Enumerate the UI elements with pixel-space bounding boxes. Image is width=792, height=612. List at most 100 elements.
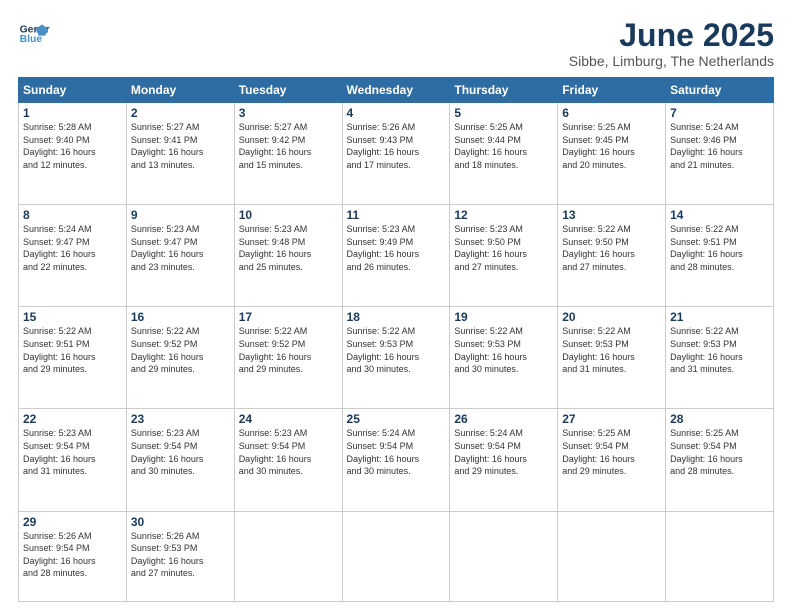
calendar-row: 1 Sunrise: 5:28 AMSunset: 9:40 PMDayligh… (19, 103, 774, 205)
day-number: 5 (454, 106, 553, 120)
col-tuesday: Tuesday (234, 78, 342, 103)
calendar-cell: 15 Sunrise: 5:22 AMSunset: 9:51 PMDaylig… (19, 307, 127, 409)
title-block: June 2025 Sibbe, Limburg, The Netherland… (569, 18, 774, 69)
calendar-cell: 27 Sunrise: 5:25 AMSunset: 9:54 PMDaylig… (558, 409, 666, 511)
day-number: 7 (670, 106, 769, 120)
col-thursday: Thursday (450, 78, 558, 103)
day-number: 4 (347, 106, 446, 120)
calendar-cell: 3 Sunrise: 5:27 AMSunset: 9:42 PMDayligh… (234, 103, 342, 205)
col-sunday: Sunday (19, 78, 127, 103)
day-info: Sunrise: 5:23 AMSunset: 9:54 PMDaylight:… (239, 428, 312, 476)
calendar-cell: 29 Sunrise: 5:26 AMSunset: 9:54 PMDaylig… (19, 511, 127, 602)
day-number: 27 (562, 412, 661, 426)
day-number: 10 (239, 208, 338, 222)
day-info: Sunrise: 5:23 AMSunset: 9:54 PMDaylight:… (23, 428, 96, 476)
calendar-cell: 30 Sunrise: 5:26 AMSunset: 9:53 PMDaylig… (126, 511, 234, 602)
day-number: 3 (239, 106, 338, 120)
day-number: 21 (670, 310, 769, 324)
calendar-row: 15 Sunrise: 5:22 AMSunset: 9:51 PMDaylig… (19, 307, 774, 409)
location: Sibbe, Limburg, The Netherlands (569, 53, 774, 69)
day-number: 22 (23, 412, 122, 426)
calendar-cell: 14 Sunrise: 5:22 AMSunset: 9:51 PMDaylig… (666, 205, 774, 307)
col-saturday: Saturday (666, 78, 774, 103)
day-number: 11 (347, 208, 446, 222)
day-info: Sunrise: 5:22 AMSunset: 9:51 PMDaylight:… (23, 326, 96, 374)
day-info: Sunrise: 5:26 AMSunset: 9:43 PMDaylight:… (347, 122, 420, 170)
day-info: Sunrise: 5:24 AMSunset: 9:47 PMDaylight:… (23, 224, 96, 272)
calendar-row: 22 Sunrise: 5:23 AMSunset: 9:54 PMDaylig… (19, 409, 774, 511)
day-info: Sunrise: 5:22 AMSunset: 9:50 PMDaylight:… (562, 224, 635, 272)
day-info: Sunrise: 5:24 AMSunset: 9:54 PMDaylight:… (454, 428, 527, 476)
calendar-cell: 16 Sunrise: 5:22 AMSunset: 9:52 PMDaylig… (126, 307, 234, 409)
day-info: Sunrise: 5:22 AMSunset: 9:53 PMDaylight:… (562, 326, 635, 374)
calendar-cell (342, 511, 450, 602)
calendar-cell: 9 Sunrise: 5:23 AMSunset: 9:47 PMDayligh… (126, 205, 234, 307)
day-number: 8 (23, 208, 122, 222)
calendar-page: General Blue June 2025 Sibbe, Limburg, T… (0, 0, 792, 612)
day-number: 30 (131, 515, 230, 529)
day-number: 18 (347, 310, 446, 324)
day-info: Sunrise: 5:27 AMSunset: 9:41 PMDaylight:… (131, 122, 204, 170)
day-info: Sunrise: 5:23 AMSunset: 9:49 PMDaylight:… (347, 224, 420, 272)
day-info: Sunrise: 5:25 AMSunset: 9:54 PMDaylight:… (562, 428, 635, 476)
day-info: Sunrise: 5:25 AMSunset: 9:45 PMDaylight:… (562, 122, 635, 170)
day-number: 25 (347, 412, 446, 426)
calendar-cell: 11 Sunrise: 5:23 AMSunset: 9:49 PMDaylig… (342, 205, 450, 307)
calendar-cell: 26 Sunrise: 5:24 AMSunset: 9:54 PMDaylig… (450, 409, 558, 511)
day-number: 23 (131, 412, 230, 426)
month-year: June 2025 (569, 18, 774, 53)
calendar-cell: 23 Sunrise: 5:23 AMSunset: 9:54 PMDaylig… (126, 409, 234, 511)
day-number: 15 (23, 310, 122, 324)
day-info: Sunrise: 5:22 AMSunset: 9:52 PMDaylight:… (239, 326, 312, 374)
calendar-cell (234, 511, 342, 602)
day-number: 29 (23, 515, 122, 529)
svg-text:Blue: Blue (20, 34, 43, 45)
day-info: Sunrise: 5:22 AMSunset: 9:53 PMDaylight:… (670, 326, 743, 374)
header-row: Sunday Monday Tuesday Wednesday Thursday… (19, 78, 774, 103)
col-monday: Monday (126, 78, 234, 103)
calendar-cell (558, 511, 666, 602)
day-number: 2 (131, 106, 230, 120)
day-number: 9 (131, 208, 230, 222)
day-info: Sunrise: 5:24 AMSunset: 9:54 PMDaylight:… (347, 428, 420, 476)
calendar-row: 29 Sunrise: 5:26 AMSunset: 9:54 PMDaylig… (19, 511, 774, 602)
day-info: Sunrise: 5:25 AMSunset: 9:54 PMDaylight:… (670, 428, 743, 476)
day-info: Sunrise: 5:22 AMSunset: 9:51 PMDaylight:… (670, 224, 743, 272)
logo-icon: General Blue (18, 18, 50, 50)
calendar-cell: 8 Sunrise: 5:24 AMSunset: 9:47 PMDayligh… (19, 205, 127, 307)
day-number: 13 (562, 208, 661, 222)
day-number: 24 (239, 412, 338, 426)
day-number: 16 (131, 310, 230, 324)
calendar-cell: 25 Sunrise: 5:24 AMSunset: 9:54 PMDaylig… (342, 409, 450, 511)
day-number: 12 (454, 208, 553, 222)
calendar-cell: 21 Sunrise: 5:22 AMSunset: 9:53 PMDaylig… (666, 307, 774, 409)
day-info: Sunrise: 5:23 AMSunset: 9:48 PMDaylight:… (239, 224, 312, 272)
calendar-cell (450, 511, 558, 602)
col-friday: Friday (558, 78, 666, 103)
day-info: Sunrise: 5:27 AMSunset: 9:42 PMDaylight:… (239, 122, 312, 170)
calendar-cell: 18 Sunrise: 5:22 AMSunset: 9:53 PMDaylig… (342, 307, 450, 409)
day-number: 14 (670, 208, 769, 222)
day-info: Sunrise: 5:26 AMSunset: 9:53 PMDaylight:… (131, 531, 204, 579)
calendar-cell: 28 Sunrise: 5:25 AMSunset: 9:54 PMDaylig… (666, 409, 774, 511)
calendar-cell: 24 Sunrise: 5:23 AMSunset: 9:54 PMDaylig… (234, 409, 342, 511)
calendar-cell: 5 Sunrise: 5:25 AMSunset: 9:44 PMDayligh… (450, 103, 558, 205)
calendar-cell: 22 Sunrise: 5:23 AMSunset: 9:54 PMDaylig… (19, 409, 127, 511)
header: General Blue June 2025 Sibbe, Limburg, T… (18, 18, 774, 69)
calendar-cell: 19 Sunrise: 5:22 AMSunset: 9:53 PMDaylig… (450, 307, 558, 409)
calendar-cell: 4 Sunrise: 5:26 AMSunset: 9:43 PMDayligh… (342, 103, 450, 205)
day-number: 28 (670, 412, 769, 426)
day-number: 20 (562, 310, 661, 324)
calendar-cell: 6 Sunrise: 5:25 AMSunset: 9:45 PMDayligh… (558, 103, 666, 205)
day-info: Sunrise: 5:25 AMSunset: 9:44 PMDaylight:… (454, 122, 527, 170)
col-wednesday: Wednesday (342, 78, 450, 103)
calendar-cell: 20 Sunrise: 5:22 AMSunset: 9:53 PMDaylig… (558, 307, 666, 409)
day-info: Sunrise: 5:23 AMSunset: 9:54 PMDaylight:… (131, 428, 204, 476)
day-info: Sunrise: 5:22 AMSunset: 9:53 PMDaylight:… (347, 326, 420, 374)
calendar-cell: 17 Sunrise: 5:22 AMSunset: 9:52 PMDaylig… (234, 307, 342, 409)
calendar-cell: 1 Sunrise: 5:28 AMSunset: 9:40 PMDayligh… (19, 103, 127, 205)
calendar-cell (666, 511, 774, 602)
calendar-cell: 13 Sunrise: 5:22 AMSunset: 9:50 PMDaylig… (558, 205, 666, 307)
calendar-cell: 2 Sunrise: 5:27 AMSunset: 9:41 PMDayligh… (126, 103, 234, 205)
calendar-row: 8 Sunrise: 5:24 AMSunset: 9:47 PMDayligh… (19, 205, 774, 307)
